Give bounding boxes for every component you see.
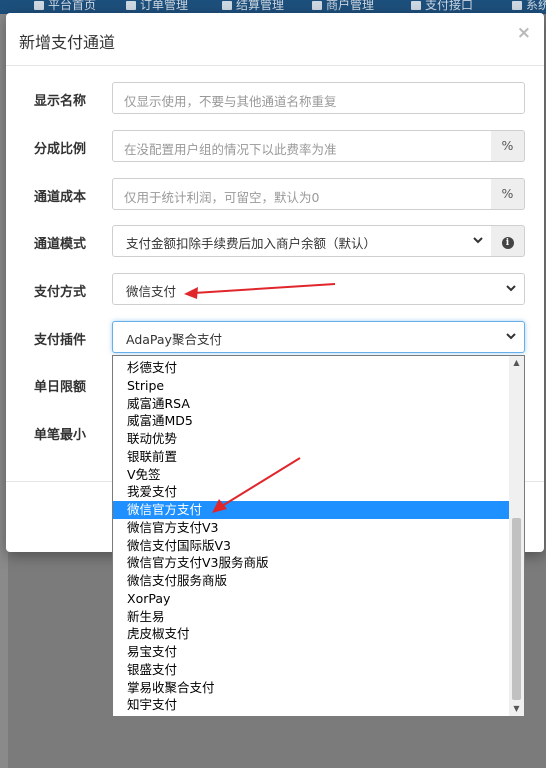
dropdown-option-selected[interactable]: 微信官方支付: [113, 501, 509, 519]
channel-mode-value: 支付金额扣除手续费后加入商户余额（默认）: [126, 236, 377, 251]
channel-mode-info-button[interactable]: i: [491, 225, 525, 257]
payment-plugin-dropdown-list[interactable]: 杉德支付 Stripe 威富通RSA 威富通MD5 联动优势 银联前置 V免签 我爱支付 微信官…: [112, 355, 525, 717]
row-payment-method: 支付方式 微信支付: [6, 273, 544, 307]
nav-item-system[interactable]: 系统: [512, 0, 546, 13]
chevron-down-icon: [506, 333, 516, 340]
row-channel-cost: 通道成本 仅用于统计利润，可留空，默认为0 %: [6, 178, 544, 212]
coins-icon: [222, 1, 232, 10]
modal-title: 新增支付通道: [19, 33, 116, 52]
channel-cost-label: 通道成本: [34, 190, 87, 205]
dropdown-option[interactable]: 微信支付服务商版: [113, 572, 509, 590]
payment-plugin-select[interactable]: AdaPay聚合支付: [112, 321, 525, 353]
dropdown-option[interactable]: Stripe: [113, 377, 509, 395]
dropdown-option[interactable]: 银盛支付: [113, 661, 509, 679]
dropdown-option[interactable]: 掌易收聚合支付: [113, 679, 509, 697]
daily-limit-label: 单日限额: [34, 380, 87, 395]
dropdown-option[interactable]: 新生易: [113, 608, 509, 626]
dropdown-option[interactable]: 微信官方支付V3服务商版: [113, 554, 509, 572]
dropdown-option[interactable]: 杉德支付: [113, 359, 509, 377]
dropdown-option[interactable]: 微信支付国际版V3: [113, 537, 509, 555]
single-min-label: 单笔最小: [34, 428, 87, 443]
payment-method-label: 支付方式: [34, 285, 87, 300]
row-split-ratio: 分成比例 在没配置用户组的情况下以此费率为准 %: [6, 130, 544, 164]
payment-plugin-value: AdaPay聚合支付: [126, 332, 222, 347]
scrollbar-thumb[interactable]: [512, 518, 521, 700]
dropdown-option[interactable]: 微信官方支付V3: [113, 519, 509, 537]
row-channel-mode: 通道模式 支付金额扣除手续费后加入商户余额（默认） i: [6, 225, 544, 259]
dropdown-option[interactable]: V免签: [113, 466, 509, 484]
dropdown-option[interactable]: XorPay: [113, 590, 509, 608]
channel-cost-input[interactable]: 仅用于统计利润，可留空，默认为0: [112, 178, 492, 210]
nav-item-orders[interactable]: 订单管理: [126, 0, 188, 13]
row-payment-plugin: 支付插件 AdaPay聚合支付: [6, 321, 544, 355]
nav-item-settlement[interactable]: 结算管理: [222, 0, 284, 13]
percent-addon: %: [491, 178, 525, 210]
display-name-input[interactable]: 仅显示使用，不要与其他通道名称重复: [112, 82, 525, 114]
close-icon[interactable]: ×: [517, 23, 531, 43]
channel-mode-select[interactable]: 支付金额扣除手续费后加入商户余额（默认）: [112, 225, 492, 257]
home-icon: [34, 1, 44, 10]
payment-method-value: 微信支付: [126, 284, 177, 299]
dropdown-option[interactable]: 知宇支付: [113, 696, 509, 714]
payment-method-select[interactable]: 微信支付: [112, 273, 525, 305]
chevron-down-icon: [473, 237, 483, 244]
card-icon: [411, 1, 421, 10]
channel-mode-label: 通道模式: [34, 237, 87, 252]
split-ratio-input[interactable]: 在没配置用户组的情况下以此费率为准: [112, 130, 492, 162]
row-display-name: 显示名称 仅显示使用，不要与其他通道名称重复: [6, 82, 544, 116]
nav-item-home[interactable]: 平台首页: [34, 0, 96, 13]
dropdown-option[interactable]: 银联前置: [113, 448, 509, 466]
dropdown-option-partial[interactable]: [113, 356, 509, 361]
split-ratio-label: 分成比例: [34, 142, 87, 157]
dropdown-option[interactable]: 威富通RSA: [113, 395, 509, 413]
nav-item-merchants[interactable]: 商户管理: [312, 0, 374, 13]
dropdown-option[interactable]: 易宝支付: [113, 643, 509, 661]
dropdown-option[interactable]: 威富通MD5: [113, 412, 509, 430]
dropdown-option[interactable]: 我爱支付: [113, 483, 509, 501]
dropdown-scrollbar[interactable]: ▲ ▼: [509, 356, 524, 716]
scroll-up-arrow-icon[interactable]: ▲: [509, 356, 524, 370]
dropdown-option[interactable]: 联动优势: [113, 430, 509, 448]
gear-icon: [512, 1, 522, 10]
user-icon: [312, 1, 322, 10]
top-navigation: 平台首页 订单管理 结算管理 商户管理 支付接口 系统: [0, 0, 546, 14]
payment-plugin-label: 支付插件: [34, 333, 87, 348]
scroll-down-arrow-icon[interactable]: ▼: [509, 702, 524, 716]
modal-header: 新增支付通道 ×: [6, 13, 544, 66]
nav-item-payment-interface[interactable]: 支付接口: [411, 0, 473, 13]
dropdown-option[interactable]: 虎皮椒支付: [113, 625, 509, 643]
list-icon: [126, 1, 136, 10]
display-name-label: 显示名称: [34, 94, 87, 109]
info-icon: i: [501, 237, 514, 249]
percent-addon: %: [491, 130, 525, 162]
chevron-down-icon: [506, 285, 516, 292]
